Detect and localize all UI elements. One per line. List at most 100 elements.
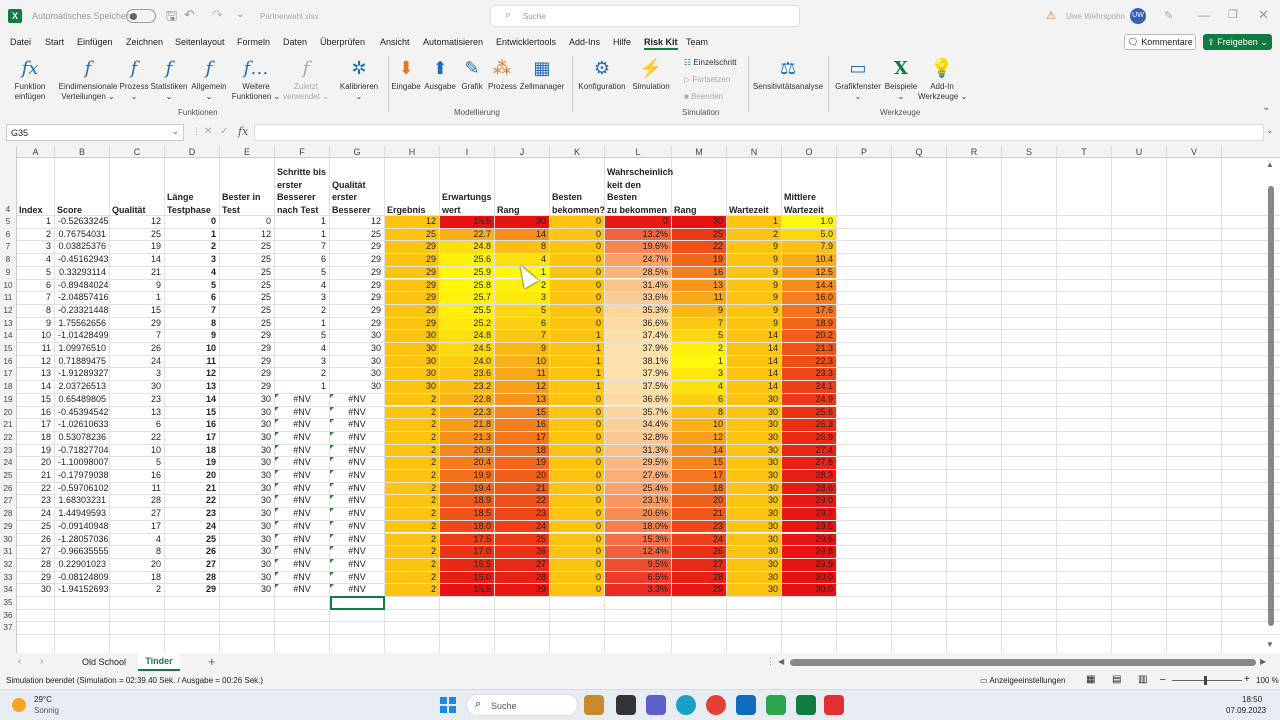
cell[interactable]: 22 xyxy=(672,241,726,254)
cell[interactable]: 30 xyxy=(727,444,781,457)
weitere-funktionen-button[interactable]: f… Weitere Funktionen ⌄ xyxy=(230,56,282,101)
tab-einfuegen[interactable]: Einfügen xyxy=(77,37,113,47)
cell[interactable]: 25.6 xyxy=(440,254,494,266)
cell[interactable]: 0 xyxy=(550,571,604,584)
cell[interactable]: 0 xyxy=(550,533,604,546)
cell[interactable]: 0.33293114 xyxy=(55,267,109,279)
cell[interactable]: 8 xyxy=(165,318,219,330)
cell[interactable]: 2 xyxy=(672,343,726,355)
column-header[interactable]: I xyxy=(440,146,495,158)
cell[interactable]: 12 xyxy=(330,216,384,228)
cell[interactable]: 15 xyxy=(495,406,549,419)
selected-cell[interactable] xyxy=(330,596,385,610)
cell[interactable]: 30 xyxy=(17,584,54,596)
cell[interactable]: 30.0 xyxy=(782,584,836,596)
row-number[interactable]: 22 xyxy=(0,432,16,445)
cell[interactable]: -0.59706102 xyxy=(55,483,109,495)
cell[interactable]: 13.2% xyxy=(605,228,671,241)
cell[interactable]: 1 xyxy=(550,355,604,368)
cell[interactable]: 17.0 xyxy=(440,546,494,558)
cell[interactable]: 30 xyxy=(495,216,549,228)
cell[interactable]: 19.6% xyxy=(605,241,671,254)
cell[interactable]: #NV xyxy=(275,444,329,457)
cell[interactable]: 0 xyxy=(550,304,604,317)
cell[interactable]: 2 xyxy=(17,229,54,241)
column-header[interactable]: F xyxy=(275,146,330,158)
cell[interactable]: 9 xyxy=(495,343,549,355)
cell[interactable]: 6 xyxy=(672,393,726,406)
cell[interactable]: 0 xyxy=(550,241,604,254)
cell[interactable]: 23.6 xyxy=(440,368,494,381)
cell[interactable]: 6 xyxy=(275,254,329,266)
cell[interactable]: 30 xyxy=(220,508,274,520)
cell[interactable]: 0 xyxy=(550,546,604,558)
options-icon[interactable]: ⋮ xyxy=(766,656,775,667)
column-header[interactable]: A xyxy=(17,146,55,158)
cell[interactable]: 29.8 xyxy=(782,546,836,558)
cell[interactable]: -1.91289327 xyxy=(55,368,109,380)
normal-view-icon[interactable]: ▦ xyxy=(1086,674,1095,685)
cell[interactable]: 14.4 xyxy=(782,279,836,292)
cell[interactable]: 6.5% xyxy=(605,571,671,584)
cell[interactable]: 27.6% xyxy=(605,470,671,482)
scroll-left-icon[interactable]: ◀ xyxy=(778,657,784,666)
cell[interactable]: 0 xyxy=(550,444,604,457)
cell[interactable]: 30 xyxy=(220,445,274,457)
cell[interactable]: -0.09140948 xyxy=(55,521,109,533)
formula-input[interactable] xyxy=(254,124,1264,141)
column-header[interactable]: E xyxy=(220,146,275,158)
cell[interactable]: 24 xyxy=(110,356,164,368)
cell[interactable]: 30 xyxy=(727,406,781,419)
cell[interactable]: 20 xyxy=(495,470,549,482)
cell[interactable]: 6 xyxy=(110,419,164,431)
cell[interactable]: 7 xyxy=(165,305,219,317)
cell[interactable]: 0 xyxy=(550,266,604,279)
briefcase-app-icon[interactable] xyxy=(584,695,604,715)
cell[interactable]: 29 xyxy=(385,254,439,266)
cancel-icon[interactable]: ✕ xyxy=(204,126,212,137)
cell[interactable]: 29 xyxy=(330,280,384,292)
tab-add-ins[interactable]: Add-Ins xyxy=(569,37,600,47)
column-header[interactable]: R xyxy=(947,146,1002,158)
cell[interactable]: 20.9 xyxy=(440,444,494,457)
cell[interactable]: #NV xyxy=(275,584,329,596)
cell[interactable]: 30 xyxy=(220,394,274,406)
cell[interactable]: 19 xyxy=(110,241,164,253)
cell[interactable]: 22.3 xyxy=(782,355,836,368)
cell[interactable]: 14 xyxy=(727,330,781,342)
cell[interactable]: 11 xyxy=(17,343,54,355)
cell[interactable]: -0.89484024 xyxy=(55,280,109,292)
cell[interactable]: 23 xyxy=(495,508,549,520)
cell[interactable]: 22.8 xyxy=(440,393,494,406)
cell[interactable]: -0.08124809 xyxy=(55,572,109,584)
cell[interactable]: 19 xyxy=(165,457,219,469)
cell[interactable]: 34.4% xyxy=(605,419,671,431)
cell[interactable]: 25 xyxy=(495,533,549,546)
cell[interactable]: 29 xyxy=(385,317,439,330)
cell[interactable]: 2 xyxy=(385,571,439,584)
zoom-out-icon[interactable]: – xyxy=(1160,674,1166,685)
cell[interactable]: 16 xyxy=(110,470,164,482)
cell[interactable]: 18 xyxy=(17,432,54,444)
cell[interactable]: 26.3 xyxy=(782,419,836,431)
cell[interactable]: -0.23321448 xyxy=(55,305,109,317)
cell[interactable]: 26 xyxy=(17,534,54,546)
cell[interactable]: 26 xyxy=(110,343,164,355)
cell[interactable]: 12 xyxy=(110,216,164,228)
cell[interactable]: 1 xyxy=(550,343,604,355)
cell[interactable]: 3.3% xyxy=(605,584,671,596)
column-header[interactable]: B xyxy=(55,146,110,158)
cell[interactable]: 20 xyxy=(17,457,54,469)
cell[interactable]: 25 xyxy=(165,534,219,546)
cell[interactable]: 30 xyxy=(330,381,384,393)
cell[interactable]: 30 xyxy=(727,419,781,431)
enter-icon[interactable]: ✓ xyxy=(220,126,228,137)
redo-icon[interactable]: ↷ xyxy=(212,7,223,23)
row-number[interactable]: 9 xyxy=(0,267,16,280)
cell[interactable]: 1.75562656 xyxy=(55,318,109,330)
cell[interactable]: 13 xyxy=(17,368,54,380)
cell[interactable]: #NV xyxy=(330,444,384,457)
cell[interactable]: 25 xyxy=(220,292,274,304)
restore-icon[interactable]: ❐ xyxy=(1228,8,1238,21)
cell[interactable]: 24 xyxy=(672,533,726,546)
